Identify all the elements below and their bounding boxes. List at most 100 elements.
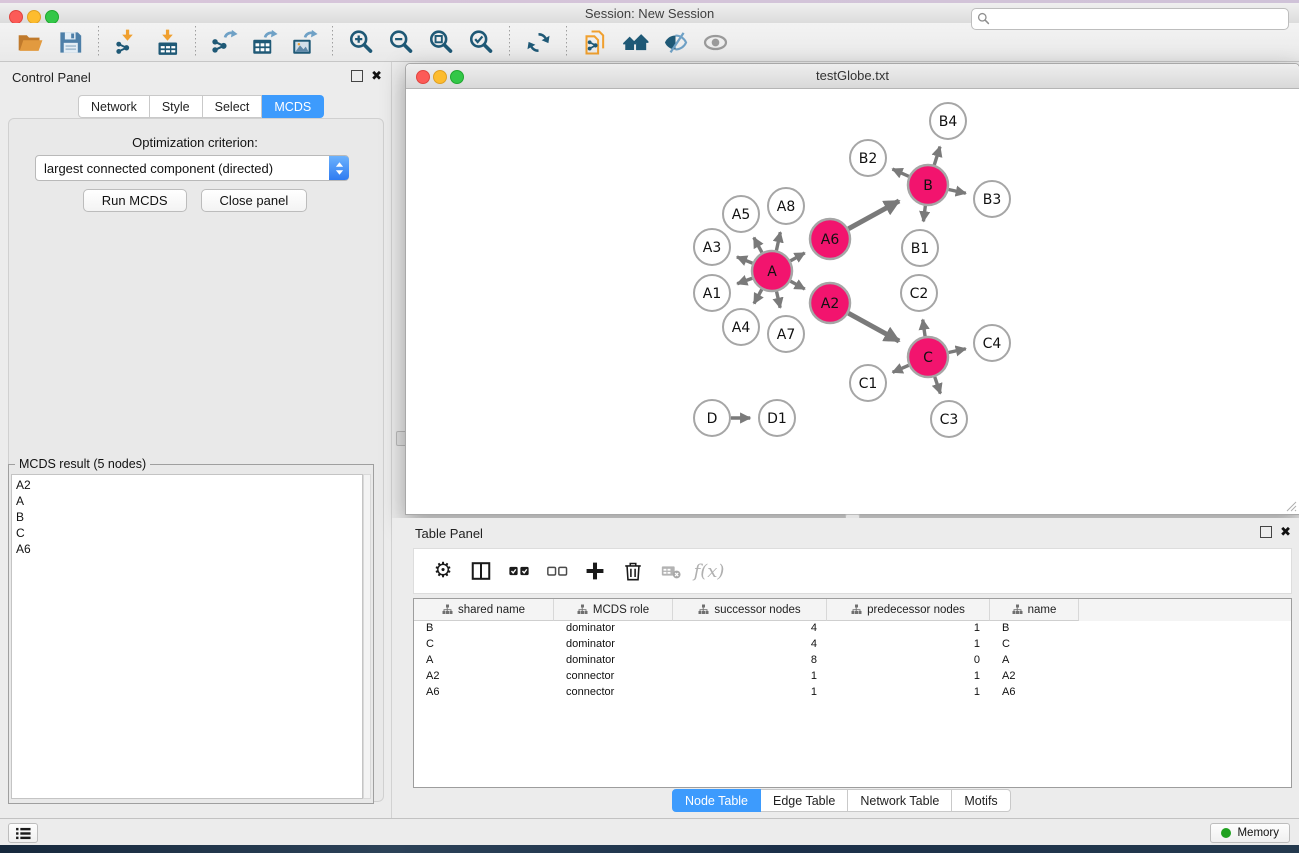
column-header-MCDS-role[interactable]: MCDS role [554,599,673,621]
edge-A-A8[interactable] [776,232,780,250]
edge-A-A7[interactable] [777,291,781,307]
gear-button[interactable]: ⚙ [426,554,460,588]
node-C3[interactable]: C3 [931,401,967,437]
tab-select[interactable]: Select [203,95,263,118]
close-panel-button[interactable]: Close panel [201,189,308,212]
edge-B-B1[interactable] [923,206,925,222]
node-A7[interactable]: A7 [768,316,804,352]
float-table-panel-icon[interactable] [1260,526,1272,538]
close-panel-icon[interactable]: ✖ [371,71,382,81]
node-C4[interactable]: C4 [974,325,1010,361]
result-list-item[interactable]: B [16,509,362,525]
node-A6[interactable]: A6 [810,219,850,259]
add-button[interactable] [578,554,612,588]
homes-button[interactable] [618,26,652,58]
node-B1[interactable]: B1 [902,230,938,266]
node-table[interactable]: shared nameMCDS rolesuccessor nodesprede… [413,598,1292,788]
task-history-button[interactable] [8,823,38,843]
edge-A-A1[interactable] [737,278,752,284]
refresh-layout-button[interactable] [521,26,555,58]
node-C[interactable]: C [908,337,948,377]
edge-A-A6[interactable] [790,253,804,261]
save-button[interactable] [53,26,87,58]
edge-A-A3[interactable] [737,257,753,263]
network-graph-canvas[interactable]: B4 B2 B B3 A8A5 A6 A3 B1 A A1 C2 A2 A4A7 C4 C C1 C3 D D1 [406,89,1297,513]
network-window-titlebar[interactable]: testGlobe.txt [406,64,1299,89]
tab-style[interactable]: Style [150,95,203,118]
edge-A-A2[interactable] [790,281,804,289]
edge-B-B4[interactable] [934,147,940,165]
node-C1[interactable]: C1 [850,365,886,401]
result-list-item[interactable]: C [16,525,362,541]
node-B2[interactable]: B2 [850,140,886,176]
close-table-panel-icon[interactable]: ✖ [1280,527,1291,537]
tab-motifs[interactable]: Motifs [952,789,1010,812]
mcds-result-list[interactable]: A2ABCA6 [11,474,363,799]
result-list-scrollbar[interactable] [363,474,371,799]
eye-disabled-button[interactable] [698,26,732,58]
node-A8[interactable]: A8 [768,188,804,224]
node-A3[interactable]: A3 [694,229,730,265]
import-table-button[interactable] [150,26,184,58]
node-C2[interactable]: C2 [901,275,937,311]
table-row[interactable]: Bdominator41B [414,621,1291,637]
edge-A-A4[interactable] [754,289,762,303]
node-B3[interactable]: B3 [974,181,1010,217]
zoom-selected-button[interactable] [464,26,498,58]
node-B4[interactable]: B4 [930,103,966,139]
node-A2[interactable]: A2 [810,283,850,323]
network-file-button[interactable] [578,26,612,58]
column-header-predecessor-nodes[interactable]: predecessor nodes [827,599,990,621]
zoom-out-button[interactable] [384,26,418,58]
columns-button[interactable] [464,554,498,588]
tab-network[interactable]: Network [78,95,150,118]
column-header-shared-name[interactable]: shared name [414,599,554,621]
network-view-window[interactable]: testGlobe.txt B4 B2 B B3 A8A5 A6 A3 B1 A A1 C2 A2 A4… [405,63,1299,515]
node-A1[interactable]: A1 [694,275,730,311]
column-header-name[interactable]: name [990,599,1079,621]
tab-node-table[interactable]: Node Table [672,789,761,812]
zoom-in-button[interactable] [344,26,378,58]
edge-C-C1[interactable] [893,365,909,372]
checkboxes-unchecked-button[interactable] [540,554,574,588]
table-row[interactable]: Adominator80A [414,653,1291,669]
export-network-button[interactable] [207,26,241,58]
tab-mcds[interactable]: MCDS [262,95,324,118]
node-D[interactable]: D [694,400,730,436]
table-row[interactable]: A2connector11A2 [414,669,1291,685]
column-header-successor-nodes[interactable]: successor nodes [673,599,827,621]
edge-B-B3[interactable] [949,189,966,193]
export-table-button[interactable] [247,26,281,58]
node-B[interactable]: B [908,165,948,205]
search-input[interactable] [971,8,1289,30]
float-panel-icon[interactable] [351,70,363,82]
memory-button[interactable]: Memory [1210,823,1290,843]
edge-A2-C[interactable] [848,313,899,341]
trash-button[interactable] [616,554,650,588]
run-mcds-button[interactable]: Run MCDS [83,189,187,212]
edge-C-C3[interactable] [935,377,941,394]
tab-edge-table[interactable]: Edge Table [761,789,848,812]
edge-A6-B[interactable] [848,201,899,229]
criterion-dropdown[interactable]: largest connected component (directed) [35,155,349,181]
checkboxes-checked-button[interactable] [502,554,536,588]
import-network-button[interactable] [110,26,144,58]
export-image-button[interactable] [287,26,321,58]
table-row[interactable]: A6connector11A6 [414,685,1291,701]
node-A[interactable]: A [752,251,792,291]
edge-C-C2[interactable] [923,320,925,337]
node-A4[interactable]: A4 [723,309,759,345]
edge-B-B2[interactable] [892,169,908,176]
edge-A-A5[interactable] [754,238,762,253]
zoom-fit-button[interactable] [424,26,458,58]
open-folder-button[interactable] [13,26,47,58]
node-A5[interactable]: A5 [723,196,759,232]
result-list-item[interactable]: A2 [16,477,362,493]
resize-grip-icon[interactable] [1283,498,1297,512]
node-D1[interactable]: D1 [759,400,795,436]
result-list-item[interactable]: A [16,493,362,509]
table-row[interactable]: Cdominator41C [414,637,1291,653]
edge-C-C4[interactable] [949,349,966,353]
hide-eye-button[interactable] [658,26,692,58]
tab-network-table[interactable]: Network Table [848,789,952,812]
